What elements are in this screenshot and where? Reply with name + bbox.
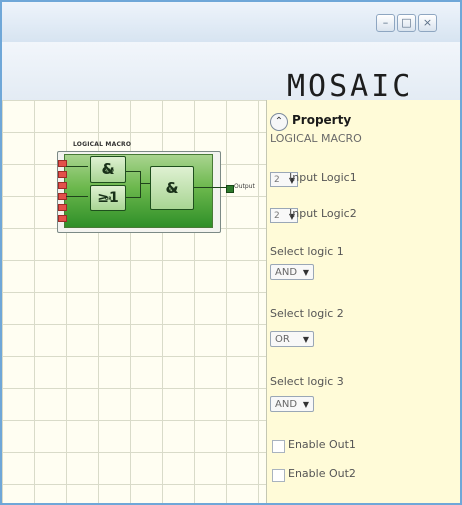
selected-value: AND bbox=[275, 267, 298, 278]
close-button[interactable]: × bbox=[418, 14, 437, 32]
chevron-down-icon: ▼ bbox=[302, 400, 309, 409]
input-pin[interactable] bbox=[58, 171, 67, 178]
enable-out2-checkbox[interactable] bbox=[272, 469, 285, 482]
property-title: Property bbox=[292, 113, 352, 127]
wire bbox=[66, 166, 88, 167]
macro-title: LOGICAL MACRO bbox=[73, 141, 132, 148]
select-logic2-dropdown[interactable]: OR ▼ bbox=[270, 331, 314, 347]
enable-out1-checkbox[interactable] bbox=[272, 440, 285, 453]
select-logic1-label: Select logic 1 bbox=[270, 245, 344, 258]
wire bbox=[124, 171, 140, 172]
minimize-icon: – bbox=[382, 16, 389, 29]
chevron-up-icon: ⌃ bbox=[274, 116, 284, 127]
wire bbox=[140, 171, 141, 198]
input-logic2-label: Input Logic2 bbox=[289, 207, 357, 220]
gate-type-label: AND bbox=[167, 187, 177, 192]
selected-value: 2 bbox=[274, 175, 280, 185]
select-logic1-dropdown[interactable]: AND ▼ bbox=[270, 264, 314, 280]
input-pin[interactable] bbox=[58, 182, 67, 189]
mosaic-logo: MOSAIC bbox=[287, 69, 414, 104]
select-logic3-dropdown[interactable]: AND ▼ bbox=[270, 396, 314, 412]
selected-value: OR bbox=[275, 334, 290, 345]
wire bbox=[192, 187, 226, 188]
output-pin[interactable] bbox=[226, 185, 234, 193]
input-pin[interactable] bbox=[58, 215, 67, 222]
enable-out1-label: Enable Out1 bbox=[288, 438, 356, 451]
input-logic1-label: Input Logic1 bbox=[289, 171, 357, 184]
macro-name-label: LOGICAL MACRO bbox=[270, 132, 362, 145]
chevron-down-icon: ▼ bbox=[302, 268, 309, 277]
collapse-button[interactable]: ⌃ bbox=[270, 113, 288, 131]
wire bbox=[66, 196, 88, 197]
input-pin[interactable] bbox=[58, 204, 67, 211]
enable-out2-label: Enable Out2 bbox=[288, 467, 356, 480]
select-logic3-label: Select logic 3 bbox=[270, 375, 344, 388]
and-gate-1[interactable]: AND & bbox=[90, 156, 126, 183]
minimize-button[interactable]: – bbox=[376, 14, 395, 32]
maximize-icon: □ bbox=[401, 16, 412, 29]
selected-value: 2 bbox=[274, 211, 280, 221]
gate-type-label: AND bbox=[104, 168, 114, 173]
selected-value: AND bbox=[275, 399, 298, 410]
and-gate-2[interactable]: AND & bbox=[150, 166, 194, 210]
or-gate[interactable]: OR ≥1 bbox=[90, 185, 126, 211]
title-bar: – □ × bbox=[2, 2, 460, 43]
maximize-button[interactable]: □ bbox=[397, 14, 416, 32]
wire bbox=[124, 197, 140, 198]
wire bbox=[140, 183, 150, 184]
chevron-down-icon: ▼ bbox=[302, 335, 309, 344]
output-label: Output bbox=[234, 183, 255, 190]
gate-type-label: OR bbox=[105, 196, 112, 201]
select-logic2-label: Select logic 2 bbox=[270, 307, 344, 320]
close-icon: × bbox=[422, 16, 433, 29]
